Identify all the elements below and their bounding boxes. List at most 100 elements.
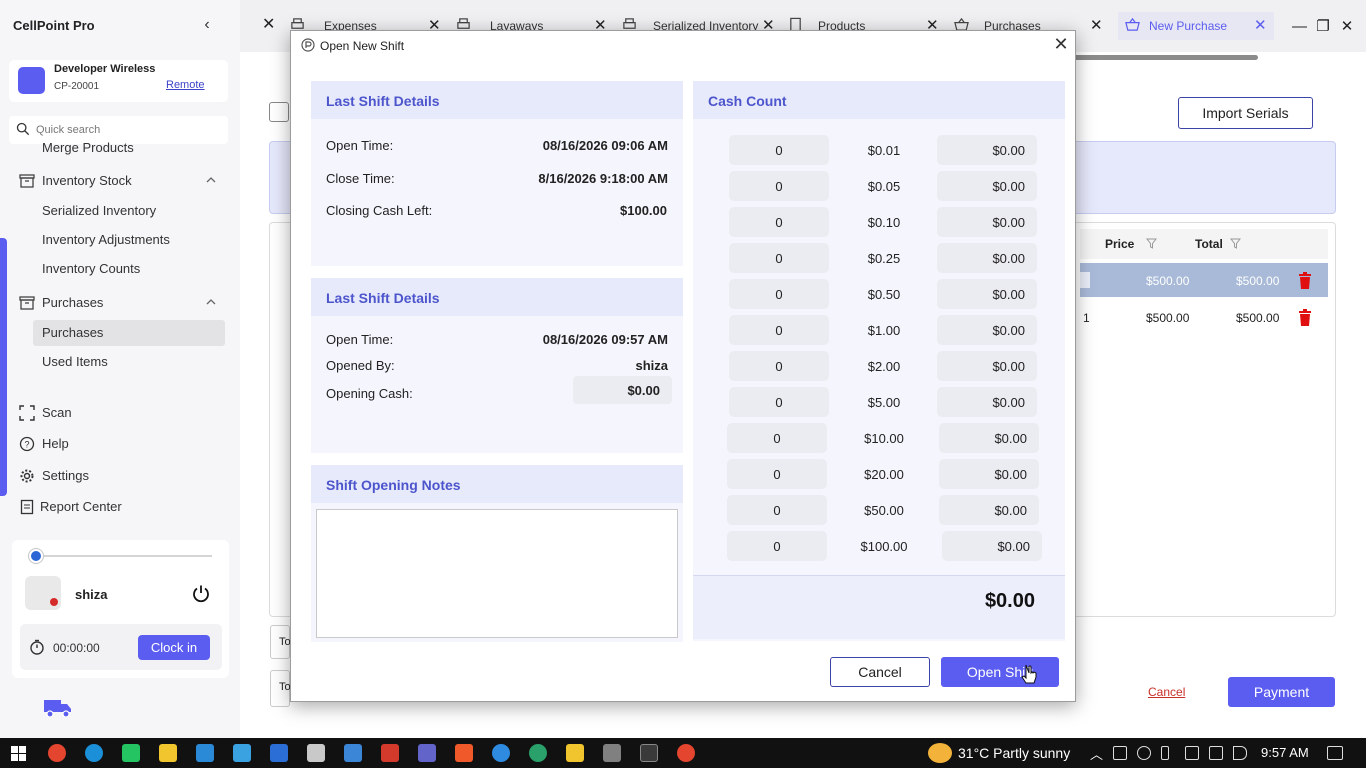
qty-cell[interactable]: 1	[1083, 311, 1090, 325]
sidebar-item-purchases[interactable]: Purchases	[33, 320, 225, 346]
shift-notes-input[interactable]	[316, 509, 678, 638]
denomination-amount: $0.00	[937, 351, 1037, 381]
app-icon[interactable]	[233, 744, 251, 762]
column-header-total[interactable]: Total	[1195, 237, 1223, 251]
trash-icon[interactable]	[1298, 272, 1312, 289]
denomination-quantity-input[interactable]: 0	[727, 531, 827, 561]
remote-link[interactable]: Remote	[166, 79, 205, 91]
denomination-quantity-input[interactable]: 0	[729, 315, 829, 345]
weather-icon[interactable]	[928, 743, 952, 763]
svg-text:?: ?	[24, 440, 29, 450]
display-icon[interactable]	[1209, 746, 1223, 760]
file-explorer-icon[interactable]	[159, 744, 177, 762]
denomination-quantity-input[interactable]: 0	[729, 279, 829, 309]
user-slider-handle[interactable]	[29, 549, 43, 563]
collapse-sidebar-icon[interactable]: ‹	[198, 16, 216, 34]
app-icon[interactable]	[344, 744, 362, 762]
chevron-up-icon[interactable]	[205, 297, 217, 307]
scrollbar-thumb[interactable]	[1058, 55, 1258, 60]
qty-cell[interactable]	[1080, 272, 1090, 288]
edge-dev-icon[interactable]	[529, 744, 547, 762]
close-window-icon[interactable]: ✕	[1340, 19, 1354, 34]
denomination-quantity-input[interactable]: 0	[729, 171, 829, 201]
minimize-icon[interactable]: —	[1292, 19, 1307, 34]
sidebar-item-report-center[interactable]: Report Center	[0, 494, 240, 520]
denomination-quantity-input[interactable]: 0	[729, 207, 829, 237]
sidebar-item-merge-products[interactable]: Merge Products	[0, 138, 240, 164]
sidebar-item-inventory-stock[interactable]: Inventory Stock	[0, 168, 240, 194]
denomination-amount: $0.00	[937, 279, 1037, 309]
filter-icon[interactable]	[1230, 238, 1241, 249]
network-icon[interactable]	[1185, 746, 1199, 760]
notepad-icon[interactable]	[566, 744, 584, 762]
edge-icon[interactable]	[85, 744, 103, 762]
table-row[interactable]: $500.00 $500.00	[1080, 263, 1328, 297]
clock-time[interactable]: 9:57 AM	[1261, 745, 1309, 760]
chrome-icon[interactable]	[48, 744, 66, 762]
denomination-quantity-input[interactable]: 0	[727, 459, 827, 489]
close-tab-icon[interactable]: ✕	[1090, 16, 1103, 34]
status-dot	[50, 598, 58, 606]
whatsapp-icon[interactable]	[122, 744, 140, 762]
store-card[interactable]: Developer Wireless CP-20001 Remote	[9, 60, 228, 102]
loading-icon[interactable]	[640, 744, 658, 762]
cloud-icon[interactable]	[1137, 746, 1151, 760]
current-open-time: 08/16/2026 09:57 AM	[542, 332, 668, 347]
denomination-quantity-input[interactable]: 0	[727, 495, 827, 525]
sidebar-item-inventory-counts[interactable]: Inventory Counts	[0, 256, 240, 282]
payment-button[interactable]: Payment	[1228, 677, 1335, 707]
cash-count-row: 0 $5.00 $0.00	[693, 387, 1065, 417]
cellpoint-icon[interactable]	[270, 744, 288, 762]
denomination-amount: $0.00	[942, 531, 1042, 561]
teams-icon[interactable]	[418, 744, 436, 762]
search-input[interactable]	[36, 122, 216, 138]
chevron-up-icon[interactable]	[205, 175, 217, 185]
close-dialog-icon[interactable]: ✕	[1053, 35, 1069, 53]
brave-icon[interactable]	[455, 744, 473, 762]
trash-icon[interactable]	[1298, 309, 1312, 326]
microphone-icon[interactable]	[1161, 746, 1169, 760]
denomination-amount: $0.00	[937, 135, 1037, 165]
sidebar-item-purchases-group[interactable]: Purchases	[0, 290, 240, 316]
sidebar-item-serialized-inventory[interactable]: Serialized Inventory	[0, 198, 240, 224]
app-icon[interactable]	[307, 744, 325, 762]
denomination-quantity-input[interactable]: 0	[729, 243, 829, 273]
chrome-icon[interactable]	[677, 744, 695, 762]
windows-start-icon[interactable]	[11, 746, 26, 761]
label: Open Time:	[326, 138, 394, 153]
anydesk-icon[interactable]	[381, 744, 399, 762]
denomination-label: $10.00	[864, 431, 904, 446]
close-tab-icon[interactable]: ✕	[1254, 16, 1267, 34]
denomination-quantity-input[interactable]: 0	[727, 423, 827, 453]
close-tab-icon[interactable]: ✕	[262, 14, 275, 34]
app-icon[interactable]	[492, 744, 510, 762]
open-shift-button[interactable]: Open Shift	[941, 657, 1059, 687]
notifications-icon[interactable]	[1327, 746, 1343, 760]
tab-new-purchase[interactable]: New Purchase ✕	[1118, 12, 1274, 40]
chevron-up-icon[interactable]: ︿	[1090, 744, 1103, 763]
restore-icon[interactable]: ❐	[1316, 19, 1330, 34]
sidebar-item-used-items[interactable]: Used Items	[0, 349, 240, 375]
table-row[interactable]: 1 $500.00 $500.00	[1080, 300, 1328, 334]
delivery-truck-icon[interactable]	[42, 697, 74, 719]
power-icon[interactable]	[190, 583, 212, 605]
sidebar-item-inventory-adjustments[interactable]: Inventory Adjustments	[0, 227, 240, 253]
denomination-quantity-input[interactable]: 0	[729, 351, 829, 381]
denomination-quantity-input[interactable]: 0	[729, 135, 829, 165]
column-header-price[interactable]: Price	[1105, 237, 1134, 251]
user-slider-track[interactable]	[28, 555, 212, 557]
volume-icon[interactable]	[1233, 746, 1247, 760]
filter-icon[interactable]	[1146, 238, 1157, 249]
tray-icon[interactable]	[1113, 746, 1127, 760]
sidebar-item-settings[interactable]: Settings	[0, 463, 240, 489]
sidebar-item-scan[interactable]: Scan	[0, 400, 240, 426]
denomination-quantity-input[interactable]: 0	[729, 387, 829, 417]
sidebar-item-help[interactable]: ? Help	[0, 431, 240, 457]
page-cancel-link[interactable]: Cancel	[1148, 685, 1185, 699]
clock-in-button[interactable]: Clock in	[138, 635, 210, 660]
weather-text[interactable]: 31°C Partly sunny	[958, 745, 1070, 761]
cancel-button[interactable]: Cancel	[830, 657, 930, 687]
calculator-icon[interactable]	[603, 744, 621, 762]
store-icon[interactable]	[196, 744, 214, 762]
import-serials-button[interactable]: Import Serials	[1178, 97, 1313, 129]
